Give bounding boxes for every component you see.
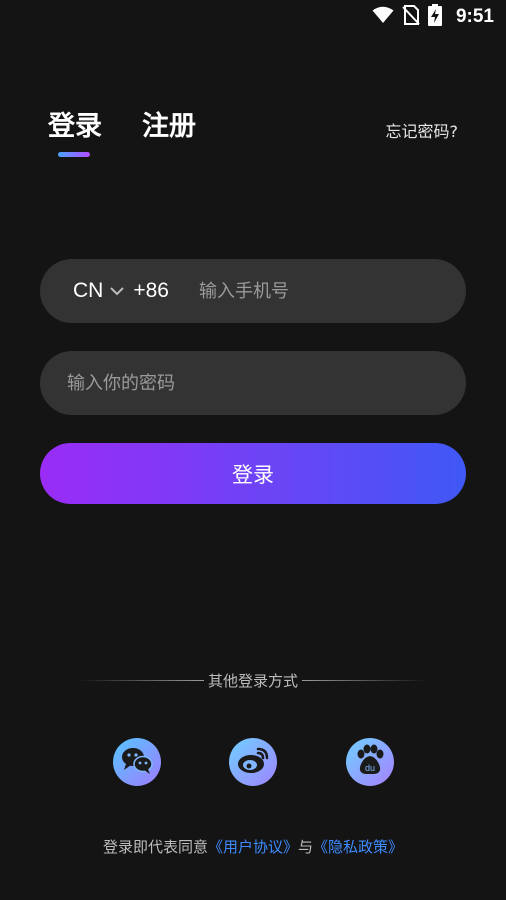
tab-login[interactable]: 登录: [48, 104, 102, 143]
phone-input[interactable]: [198, 259, 466, 323]
active-tab-indicator: [58, 152, 90, 157]
tab-register[interactable]: 注册: [142, 104, 196, 143]
auth-tabs: 登录 注册: [48, 104, 196, 143]
agreement-prefix: 登录即代表同意: [102, 838, 208, 856]
divider-line-right: [302, 680, 429, 681]
dial-code: +86: [133, 279, 169, 302]
wechat-login-button[interactable]: [113, 738, 161, 786]
weibo-login-button[interactable]: [229, 738, 277, 786]
no-sim-icon: [402, 5, 420, 29]
user-agreement-link[interactable]: 《用户协议》: [208, 838, 298, 856]
country-code: CN: [73, 279, 104, 302]
country-selector[interactable]: CN: [73, 279, 133, 303]
chevron-down-icon: [109, 286, 125, 296]
login-button[interactable]: 登录: [40, 443, 466, 504]
forgot-password-link[interactable]: 忘记密码?: [386, 118, 459, 142]
battery-charging-icon: [427, 4, 442, 30]
agreement-text: 登录即代表同意《用户协议》与《隐私政策》: [0, 836, 506, 857]
wifi-icon: [372, 6, 394, 28]
baidu-login-button[interactable]: du: [346, 738, 394, 786]
other-login-divider: 其他登录方式: [78, 670, 429, 691]
status-bar: 9:51: [0, 0, 506, 34]
other-login-label: 其他登录方式: [208, 672, 299, 690]
divider-line-left: [78, 680, 204, 681]
password-input[interactable]: [40, 351, 466, 415]
wechat-icon: [120, 745, 154, 779]
status-time: 9:51: [455, 6, 494, 27]
svg-text:du: du: [365, 763, 375, 773]
phone-field: CN +86: [40, 259, 466, 323]
privacy-policy-link[interactable]: 《隐私政策》: [313, 838, 403, 856]
password-field: [40, 351, 466, 415]
agreement-conjunction: 与: [298, 838, 314, 856]
baidu-icon: du: [353, 743, 387, 781]
weibo-icon: [236, 745, 270, 779]
